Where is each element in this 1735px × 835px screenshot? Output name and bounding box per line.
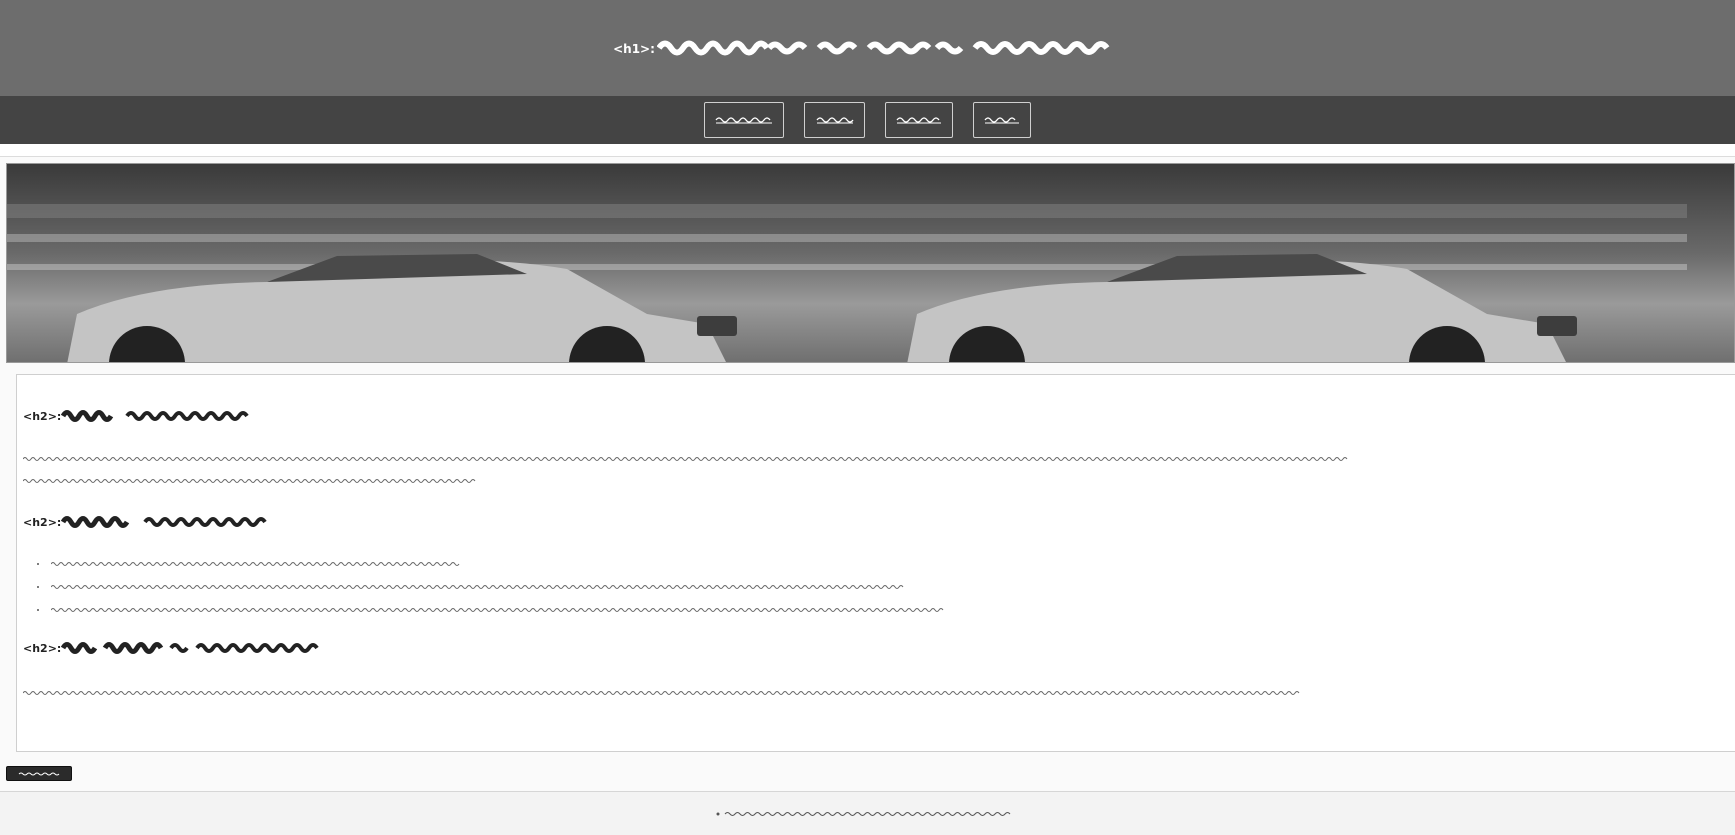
hero-image: [1687, 164, 1734, 362]
list-item-text-redacted: [51, 562, 460, 566]
section-heading: <h2>:: [23, 515, 273, 529]
h2-tag-prefix: <h2>:: [23, 409, 62, 423]
header-divider: [0, 144, 1735, 157]
footer-text-redacted: [716, 811, 1010, 816]
bullet-icon: [37, 609, 39, 611]
h2-tag-prefix: <h2>:: [23, 641, 62, 655]
content-panel: <h2>: <h2>: <h2>:: [16, 374, 1735, 752]
site-footer: [0, 791, 1735, 835]
main-nav: [0, 96, 1735, 144]
h1-tag-prefix: <h1>:: [613, 42, 655, 56]
heading-redacted: [61, 642, 319, 654]
nav-button-1[interactable]: [704, 102, 784, 138]
nav-button-4[interactable]: [973, 102, 1031, 138]
nav-label-redacted: [815, 117, 854, 124]
section-heading: <h2>:: [23, 641, 323, 655]
nav-label-redacted: [715, 117, 772, 124]
nav-label-redacted: [896, 117, 941, 124]
list-item: [37, 605, 1117, 615]
hero-image: [7, 164, 847, 362]
list-item: [37, 559, 511, 569]
action-button[interactable]: [6, 766, 72, 781]
nav-button-3[interactable]: [885, 102, 953, 138]
heading-redacted: [61, 410, 249, 422]
list-item-text-redacted: [51, 608, 944, 612]
list-item: [37, 582, 1059, 592]
bullet-icon: [37, 586, 39, 588]
nav-button-2[interactable]: [804, 102, 865, 138]
paragraph-line-redacted: [23, 479, 476, 483]
bullet-icon: [37, 563, 39, 565]
hero-banner: [6, 163, 1735, 363]
hero-image: [847, 164, 1687, 362]
paragraph-line-redacted: [23, 457, 1348, 461]
site-title-redacted: [656, 40, 1110, 56]
heading-redacted: [61, 516, 267, 528]
h2-tag-prefix: <h2>:: [23, 515, 62, 529]
site-header: <h1>:: [0, 0, 1735, 96]
list-item-text-redacted: [51, 585, 904, 589]
section-heading: <h2>:: [23, 409, 255, 423]
button-label-redacted: [18, 772, 60, 775]
nav-label-redacted: [984, 117, 1019, 124]
paragraph-line-redacted: [23, 691, 1300, 695]
